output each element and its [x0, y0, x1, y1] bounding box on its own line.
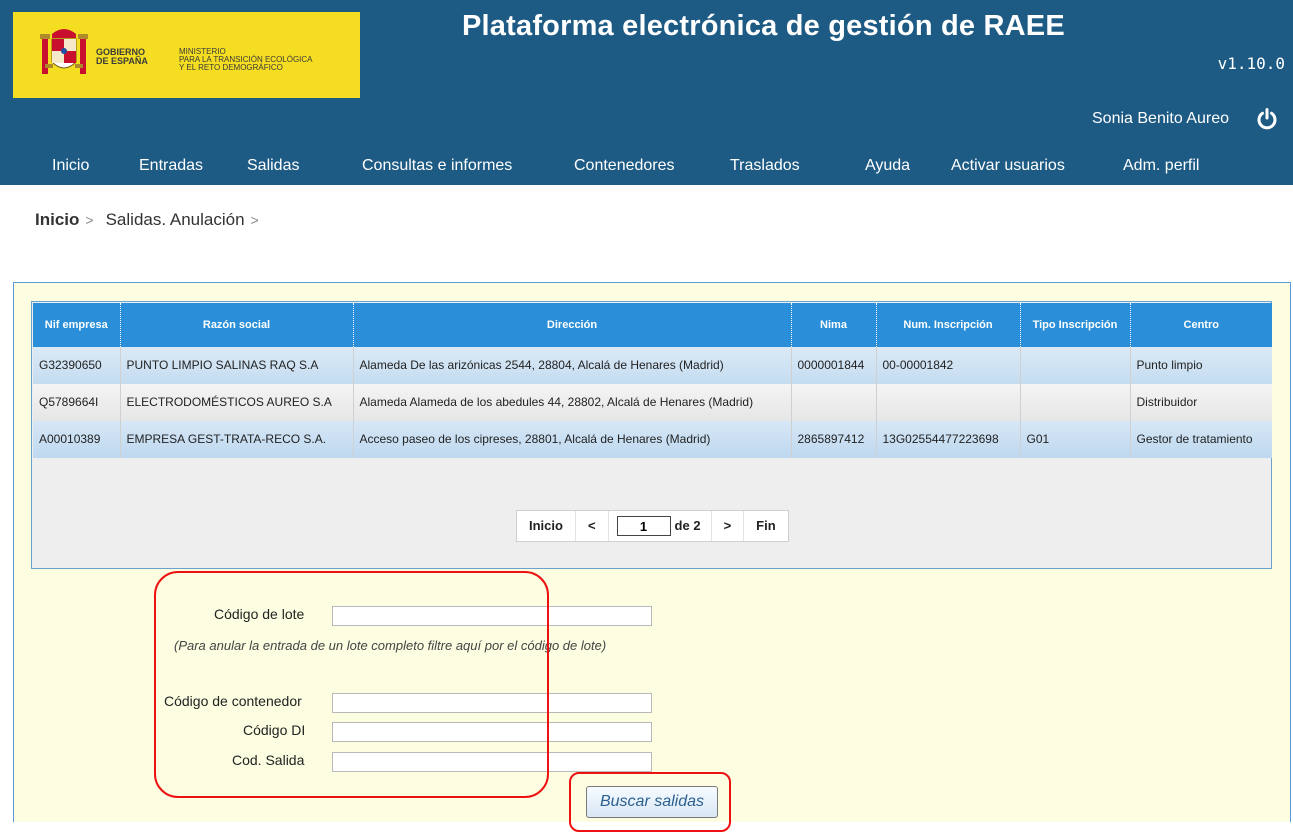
- search-salidas-button[interactable]: Buscar salidas: [586, 786, 718, 818]
- cell-nif: A00010389: [33, 421, 121, 458]
- column-header-nima[interactable]: Nima: [791, 303, 877, 347]
- cell-razon-social: PUNTO LIMPIO SALINAS RAQ S.A: [120, 347, 354, 384]
- pagination: Inicio < de 2 > Fin: [516, 510, 789, 542]
- cell-tipo-inscripcion: [1020, 347, 1131, 384]
- cell-razon-social: EMPRESA GEST-TRATA-RECO S.A.: [120, 421, 354, 458]
- app-header: GOBIERNO DE ESPAÑA MINISTERIO PARA LA TR…: [0, 0, 1293, 185]
- nav-item-activar-usuarios[interactable]: Activar usuarios: [951, 157, 1065, 175]
- pager-last-button[interactable]: Fin: [744, 511, 788, 541]
- column-header-centro[interactable]: Centro: [1130, 303, 1272, 347]
- nav-item-salidas[interactable]: Salidas: [247, 157, 299, 175]
- cell-num-inscripcion: [876, 384, 1021, 421]
- ministry-label: MINISTERIO PARA LA TRANSICIÓN ECOLÓGICA …: [179, 47, 313, 72]
- results-grid: Nif empresa Razón social Dirección Nima …: [31, 301, 1272, 569]
- table-row[interactable]: A00010389 EMPRESA GEST-TRATA-RECO S.A. A…: [33, 421, 1272, 458]
- breadcrumb-separator: >: [250, 212, 259, 228]
- breadcrumb-home[interactable]: Inicio: [35, 210, 79, 229]
- cell-nima: [791, 384, 877, 421]
- power-icon[interactable]: [1255, 107, 1279, 131]
- cell-num-inscripcion: 13G02554477223698: [876, 421, 1021, 458]
- table-row[interactable]: G32390650 PUNTO LIMPIO SALINAS RAQ S.A A…: [33, 347, 1272, 384]
- column-header-num-inscripcion[interactable]: Num. Inscripción: [876, 303, 1021, 347]
- cell-centro: Distribuidor: [1130, 384, 1272, 421]
- cell-direccion: Acceso paseo de los cipreses, 28801, Alc…: [353, 421, 792, 458]
- cell-tipo-inscripcion: [1020, 384, 1131, 421]
- nav-item-adm-perfil[interactable]: Adm. perfil: [1123, 157, 1199, 175]
- pager-first-button[interactable]: Inicio: [517, 511, 576, 541]
- cell-direccion: Alameda Alameda de los abedules 44, 2880…: [353, 384, 792, 421]
- cell-nif: Q5789664I: [33, 384, 121, 421]
- user-name: Sonia Benito Aureo: [1092, 110, 1229, 127]
- pager-next-button[interactable]: >: [712, 511, 745, 541]
- breadcrumb-separator: >: [85, 212, 94, 228]
- nav-item-contenedores[interactable]: Contenedores: [574, 157, 675, 175]
- breadcrumb-current: Salidas. Anulación: [105, 210, 245, 229]
- nav-item-inicio[interactable]: Inicio: [52, 157, 89, 175]
- column-header-tipo-inscripcion[interactable]: Tipo Inscripción: [1020, 303, 1131, 347]
- column-header-nif[interactable]: Nif empresa: [33, 303, 121, 347]
- app-title: Plataforma electrónica de gestión de RAE…: [462, 10, 1065, 42]
- government-label: GOBIERNO DE ESPAÑA: [96, 47, 148, 66]
- cell-nif: G32390650: [33, 347, 121, 384]
- table-header-row: Nif empresa Razón social Dirección Nima …: [33, 303, 1272, 347]
- cell-centro: Gestor de tratamiento: [1130, 421, 1272, 458]
- table-row[interactable]: Q5789664I ELECTRODOMÉSTICOS AUREO S.A Al…: [33, 384, 1272, 421]
- cell-nima: 0000001844: [791, 347, 877, 384]
- results-table: Nif empresa Razón social Dirección Nima …: [33, 303, 1272, 458]
- cell-num-inscripcion: 00-00001842: [876, 347, 1021, 384]
- version-label: v1.10.0: [1217, 54, 1285, 73]
- coat-of-arms-icon: [40, 29, 88, 74]
- main-nav: Inicio Entradas Salidas Consultas e info…: [0, 145, 1293, 185]
- government-logo: GOBIERNO DE ESPAÑA MINISTERIO PARA LA TR…: [13, 12, 360, 98]
- breadcrumb: Inicio > Salidas. Anulación >: [35, 210, 271, 230]
- cell-nima: 2865897412: [791, 421, 877, 458]
- nav-item-consultas[interactable]: Consultas e informes: [362, 157, 512, 175]
- pager-total-label: de 2: [673, 511, 712, 541]
- column-header-direccion[interactable]: Dirección: [353, 303, 792, 347]
- pager-prev-button[interactable]: <: [576, 511, 609, 541]
- cell-razon-social: ELECTRODOMÉSTICOS AUREO S.A: [120, 384, 354, 421]
- column-header-razon-social[interactable]: Razón social: [120, 303, 354, 347]
- nav-item-traslados[interactable]: Traslados: [730, 157, 800, 175]
- cell-direccion: Alameda De las arizónicas 2544, 28804, A…: [353, 347, 792, 384]
- nav-item-ayuda[interactable]: Ayuda: [865, 157, 910, 175]
- cell-tipo-inscripcion: G01: [1020, 421, 1131, 458]
- pager-page-input[interactable]: [616, 516, 671, 536]
- nav-item-entradas[interactable]: Entradas: [139, 157, 203, 175]
- filter-highlight-outline: [154, 571, 549, 798]
- cell-centro: Punto limpio: [1130, 347, 1272, 384]
